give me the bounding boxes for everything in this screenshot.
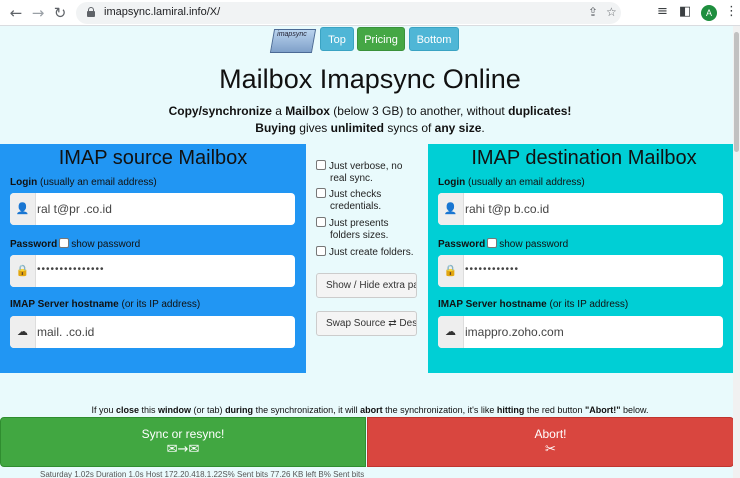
source-panel-title: IMAP source Mailbox [58,147,248,169]
browser-toolbar: ← → ↻ imapsync.lamiral.info/X/ ⇪ ☆ ≡ ◧ A… [0,0,740,26]
imapsync-logo[interactable]: imapsync [269,29,317,53]
subtitle-line-2: Buying gives unlimited syncs of any size… [255,121,485,135]
scrollbar-thumb[interactable] [734,32,739,152]
bottom-button[interactable]: Bottom [409,27,459,51]
destination-mailbox-panel: IMAP destination Mailbox Login (usually … [428,144,740,373]
option-create-folders[interactable]: Just create folders. [316,246,413,259]
source-host-label: IMAP Server hostname (or its IP address) [10,299,201,310]
source-host-field[interactable]: ☁ mail. .co.id [10,316,295,348]
forward-arrow-icon[interactable]: → [28,3,48,23]
destination-host-field[interactable]: ☁ imappro.zoho.com [438,316,723,348]
create-folders-checkbox[interactable] [316,246,326,256]
destination-login-label: Login (usually an email address) [438,177,585,188]
scissors-icon: ✂ [545,442,556,457]
sync-button[interactable]: Sync or resync! ✉→✉ [0,417,366,467]
destination-show-password-checkbox[interactable] [487,238,498,248]
side-panel-icon[interactable]: ◧ [679,4,691,19]
swap-button[interactable]: Swap Source ⇄ Destination [316,311,417,336]
source-login-field[interactable]: 👤 ral t@pr .co.id [10,193,295,225]
verbose-checkbox[interactable] [316,160,326,170]
source-password-field[interactable]: 🔒 ••••••••••••••• [10,255,295,287]
option-just-checks[interactable]: Just checks credentials. [316,188,381,213]
back-arrow-icon[interactable]: ← [6,3,26,23]
cloud-icon: ☁ [10,316,36,348]
share-icon[interactable]: ⇪ [588,5,598,19]
source-login-label: Login (usually an email address) [10,177,157,188]
top-button[interactable]: Top [320,27,354,51]
destination-password-label: Password show password [438,238,569,250]
reading-list-icon[interactable]: ≡ [657,4,668,19]
abort-button[interactable]: Abort! ✂ [367,417,734,467]
show-hide-extra-button[interactable]: Show / Hide extra parameters [316,273,417,298]
subtitle-line-1: Copy/synchronize a Mailbox (below 3 GB) … [168,104,572,118]
destination-host-label: IMAP Server hostname (or its IP address) [438,299,629,310]
source-mailbox-panel: IMAP source Mailbox Login (usually an em… [0,144,306,373]
lock-icon: 🔒 [438,255,464,287]
destination-panel-title: IMAP destination Mailbox [471,147,697,169]
checks-checkbox[interactable] [316,188,326,198]
source-password-label: Password show password [10,238,141,250]
lock-icon [87,7,95,17]
page-title: Mailbox Imapsync Online [219,64,521,94]
menu-kebab-icon[interactable]: ⋮ [725,4,738,19]
bookmark-star-icon[interactable]: ☆ [606,5,617,19]
destination-password-field[interactable]: 🔒 •••••••••••• [438,255,723,287]
url-text: imapsync.lamiral.info/X/ [104,6,221,18]
source-show-password-checkbox[interactable] [59,238,70,248]
page-scrollbar[interactable] [733,26,740,478]
cloud-icon: ☁ [438,316,464,348]
status-footer: Saturday 1.02s Duration 1.0s Host 172.20… [40,470,365,478]
folder-sizes-checkbox[interactable] [316,217,326,227]
option-just-verbose[interactable]: Just verbose, no real sync. [316,160,402,185]
lock-icon: 🔒 [10,255,36,287]
user-icon: 👤 [10,193,36,225]
close-window-warning: If you close this window (or tab) during… [91,405,649,415]
profile-avatar[interactable]: A [701,5,717,21]
user-icon: 👤 [438,193,464,225]
reload-icon[interactable]: ↻ [50,3,70,23]
destination-login-field[interactable]: 👤 rahi t@p b.co.id [438,193,723,225]
address-bar[interactable]: imapsync.lamiral.info/X/ ⇪ ☆ [76,2,621,24]
option-folder-sizes[interactable]: Just presents folders sizes. [316,217,388,242]
pricing-button[interactable]: Pricing [357,27,405,51]
envelope-arrow-icon: ✉→✉ [166,442,200,457]
